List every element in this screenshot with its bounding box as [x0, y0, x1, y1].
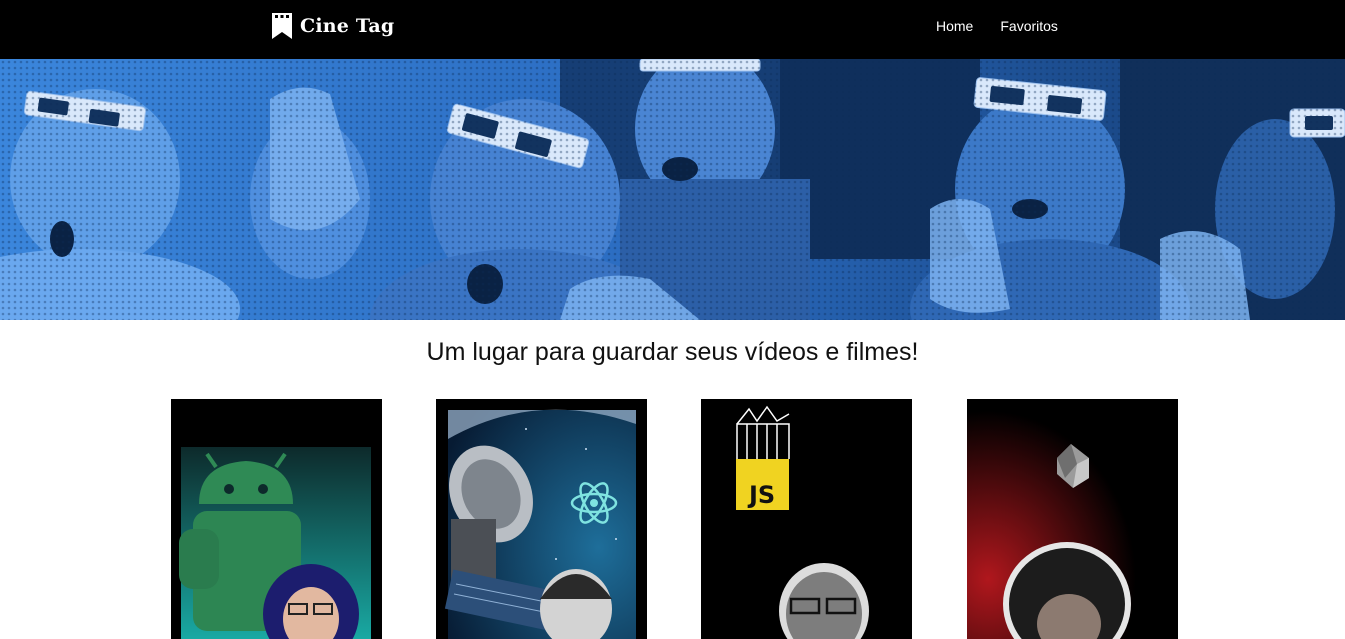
video-card[interactable]: JS [701, 399, 912, 639]
page-title: Um lugar para guardar seus vídeos e film… [426, 338, 919, 366]
video-card[interactable] [967, 399, 1178, 639]
nav-home-link[interactable]: Home [936, 18, 973, 34]
nav-favoritos-link[interactable]: Favoritos [1000, 18, 1058, 34]
svg-text:JS: JS [747, 481, 775, 509]
cinema-audience-banner-image [0, 59, 1345, 320]
video-card[interactable] [436, 399, 647, 639]
main-nav: Home Favoritos [936, 18, 1058, 34]
javascript-thumbnail: JS [701, 399, 912, 639]
film-bookmark-icon [272, 13, 292, 39]
logo-link[interactable]: Cine Tag [272, 13, 394, 39]
video-card-list: JS [171, 399, 1178, 639]
android-thumbnail [171, 399, 382, 639]
react-satellite-thumbnail [436, 399, 647, 639]
top-navbar: Cine Tag Home Favoritos [0, 0, 1345, 59]
logo-text: Cine Tag [300, 15, 395, 37]
video-card[interactable] [171, 399, 382, 639]
dart-thumbnail [967, 399, 1178, 639]
hero-banner [0, 59, 1345, 320]
